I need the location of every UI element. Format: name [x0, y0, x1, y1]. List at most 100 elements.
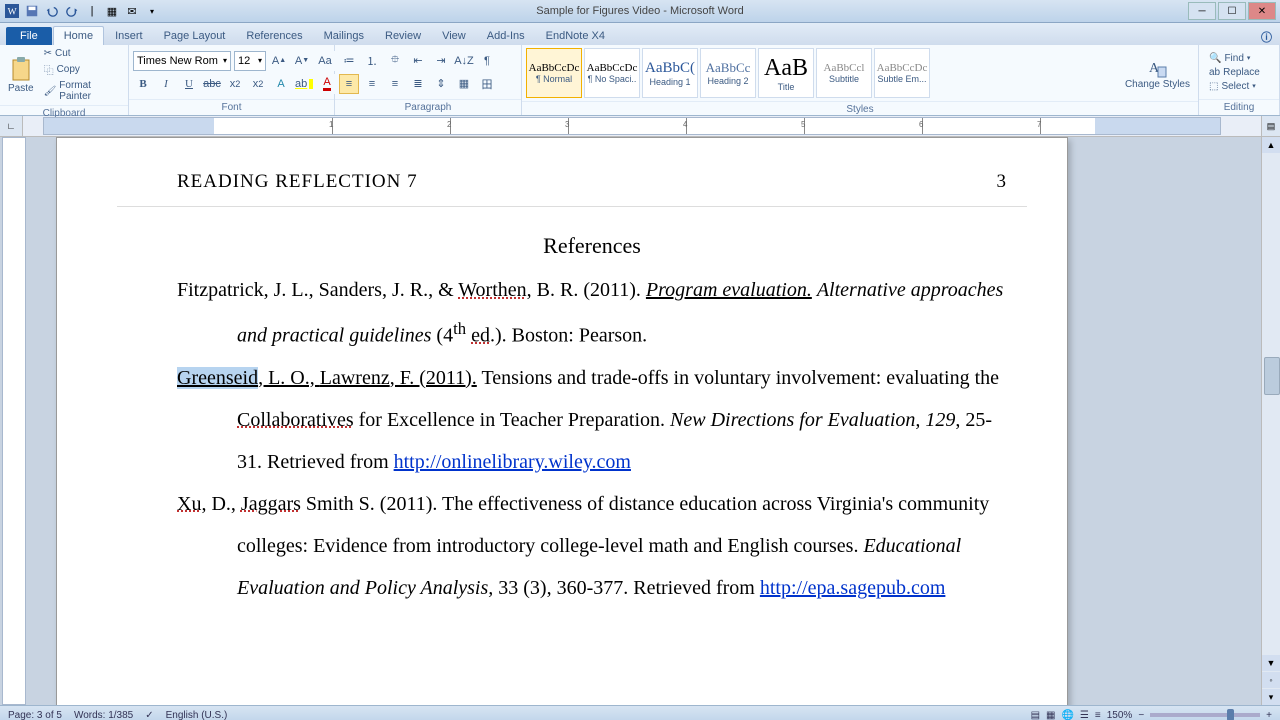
- scroll-up-icon[interactable]: ▲: [1262, 137, 1280, 153]
- tab-endnote[interactable]: EndNote X4: [536, 27, 615, 45]
- paragraph-label: Paragraph: [335, 99, 521, 115]
- subscript-button[interactable]: x2: [225, 74, 245, 94]
- cut-button[interactable]: ✂Cut: [41, 47, 124, 60]
- replace-button[interactable]: abReplace: [1207, 66, 1262, 79]
- highlight-button[interactable]: ab: [294, 74, 314, 94]
- spellcheck-icon[interactable]: ✓: [145, 710, 153, 720]
- style-subtle-em---[interactable]: AaBbCcDcSubtle Em...: [874, 48, 930, 98]
- tab-mailings[interactable]: Mailings: [314, 27, 374, 45]
- tab-view[interactable]: View: [432, 27, 476, 45]
- tab-insert[interactable]: Insert: [105, 27, 153, 45]
- numbering-button[interactable]: ⒈: [362, 51, 382, 71]
- justify-button[interactable]: ≣: [408, 74, 428, 94]
- ruler-area: ∟ 1234567 ▤: [0, 116, 1280, 137]
- superscript-button[interactable]: x2: [248, 74, 268, 94]
- redo-icon[interactable]: [64, 3, 80, 19]
- qat-icon2[interactable]: ✉: [124, 3, 140, 19]
- replace-icon: ab: [1209, 67, 1220, 78]
- scroll-down-icon[interactable]: ▼: [1262, 655, 1280, 671]
- shading-button[interactable]: ▦: [454, 74, 474, 94]
- sort-button[interactable]: A↓Z: [454, 51, 474, 71]
- align-center-button[interactable]: ≡: [362, 74, 382, 94]
- format-painter-button[interactable]: 🖌Format Painter: [41, 79, 124, 103]
- save-icon[interactable]: [24, 3, 40, 19]
- align-left-button[interactable]: ≡: [339, 74, 359, 94]
- font-size-select[interactable]: 12▾: [234, 51, 266, 71]
- underline-button[interactable]: U: [179, 74, 199, 94]
- view-draft-icon[interactable]: ≡: [1095, 710, 1101, 720]
- prev-page-icon[interactable]: ◦: [1262, 672, 1280, 688]
- ruler-toggle-icon[interactable]: ▤: [1261, 116, 1280, 136]
- group-paragraph: ≔ ⒈ ⯐ ⇤ ⇥ A↓Z ¶ ≡ ≡ ≡ ≣ ⇕ ▦ 田 Paragraph: [335, 45, 522, 115]
- tab-addins[interactable]: Add-Ins: [477, 27, 535, 45]
- font-color-button[interactable]: A: [317, 74, 337, 94]
- zoom-out-button[interactable]: −: [1138, 710, 1144, 720]
- select-button[interactable]: ⬚Select▾: [1207, 80, 1262, 93]
- zoom-slider[interactable]: [1150, 713, 1260, 717]
- increase-indent-button[interactable]: ⇥: [431, 51, 451, 71]
- vertical-ruler[interactable]: [2, 137, 26, 705]
- tab-file[interactable]: File: [6, 27, 52, 45]
- scroll-thumb[interactable]: [1264, 357, 1280, 395]
- italic-button[interactable]: I: [156, 74, 176, 94]
- document-scroll[interactable]: READING REFLECTION 7 3 References Fitzpa…: [26, 137, 1280, 705]
- qat-dropdown-icon[interactable]: ▾: [144, 3, 160, 19]
- view-outline-icon[interactable]: ☰: [1080, 710, 1089, 720]
- find-icon: 🔍: [1209, 53, 1221, 64]
- group-editing: 🔍Find▾ abReplace ⬚Select▾ Editing: [1199, 45, 1280, 115]
- reference-entry[interactable]: Greenseid, L. O., Lawrenz, F. (2011). Te…: [177, 357, 1007, 483]
- zoom-in-button[interactable]: +: [1266, 710, 1272, 720]
- reference-entry[interactable]: Xu, D., Jaggars Smith S. (2011). The eff…: [177, 483, 1007, 609]
- status-page[interactable]: Page: 3 of 5: [8, 710, 62, 720]
- qat-icon[interactable]: ▦: [104, 3, 120, 19]
- tab-home[interactable]: Home: [53, 26, 104, 45]
- font-label: Font: [129, 99, 334, 115]
- style---normal[interactable]: AaBbCcDc¶ Normal: [526, 48, 582, 98]
- undo-icon[interactable]: [44, 3, 60, 19]
- quick-access-toolbar: W | ▦ ✉ ▾: [4, 3, 160, 19]
- borders-button[interactable]: 田: [477, 74, 497, 94]
- maximize-button[interactable]: ☐: [1218, 2, 1246, 20]
- paste-button[interactable]: Paste: [4, 56, 38, 94]
- horizontal-ruler[interactable]: 1234567: [43, 117, 1221, 135]
- line-spacing-button[interactable]: ⇕: [431, 74, 451, 94]
- copy-button[interactable]: ⿻Copy: [41, 61, 124, 78]
- status-language[interactable]: English (U.S.): [166, 710, 228, 720]
- vertical-scrollbar[interactable]: ▲ ▼ ◦ ▾: [1261, 137, 1280, 705]
- ribbon: Paste ✂Cut ⿻Copy 🖌Format Painter Clipboa…: [0, 45, 1280, 116]
- text-effects-icon[interactable]: A: [271, 74, 291, 94]
- change-case-icon[interactable]: Aa: [315, 51, 335, 71]
- style-heading-1[interactable]: AaBbC(Heading 1: [642, 48, 698, 98]
- help-icon[interactable]: ⓘ: [1261, 29, 1272, 45]
- find-button[interactable]: 🔍Find▾: [1207, 52, 1262, 65]
- grow-font-icon[interactable]: A▲: [269, 51, 289, 71]
- style-title[interactable]: AaBTitle: [758, 48, 814, 98]
- multilevel-button[interactable]: ⯐: [385, 51, 405, 71]
- tab-review[interactable]: Review: [375, 27, 431, 45]
- view-web-icon[interactable]: 🌐: [1061, 710, 1073, 720]
- view-print-icon[interactable]: ▤: [1031, 710, 1040, 720]
- tab-selector[interactable]: ∟: [0, 116, 23, 136]
- zoom-value[interactable]: 150%: [1107, 710, 1133, 720]
- minimize-button[interactable]: ─: [1188, 2, 1216, 20]
- style---no-spaci--[interactable]: AaBbCcDc¶ No Spaci..: [584, 48, 640, 98]
- bullets-button[interactable]: ≔: [339, 51, 359, 71]
- view-full-icon[interactable]: ▦: [1046, 710, 1055, 720]
- reference-entry[interactable]: Fitzpatrick, J. L., Sanders, J. R., & Wo…: [177, 269, 1007, 357]
- word-icon: W: [4, 3, 20, 19]
- bold-button[interactable]: B: [133, 74, 153, 94]
- style-subtitle[interactable]: AaBbCclSubtitle: [816, 48, 872, 98]
- close-button[interactable]: ✕: [1248, 2, 1276, 20]
- align-right-button[interactable]: ≡: [385, 74, 405, 94]
- style-heading-2[interactable]: AaBbCcHeading 2: [700, 48, 756, 98]
- tab-references[interactable]: References: [236, 27, 312, 45]
- status-words[interactable]: Words: 1/385: [74, 710, 133, 720]
- shrink-font-icon[interactable]: A▼: [292, 51, 312, 71]
- change-styles-button[interactable]: A Change Styles: [1121, 56, 1194, 90]
- next-page-icon[interactable]: ▾: [1262, 689, 1280, 705]
- strikethrough-button[interactable]: abc: [202, 74, 222, 94]
- font-family-select[interactable]: Times New Rom▾: [133, 51, 231, 71]
- tab-page-layout[interactable]: Page Layout: [154, 27, 236, 45]
- decrease-indent-button[interactable]: ⇤: [408, 51, 428, 71]
- show-marks-button[interactable]: ¶: [477, 51, 497, 71]
